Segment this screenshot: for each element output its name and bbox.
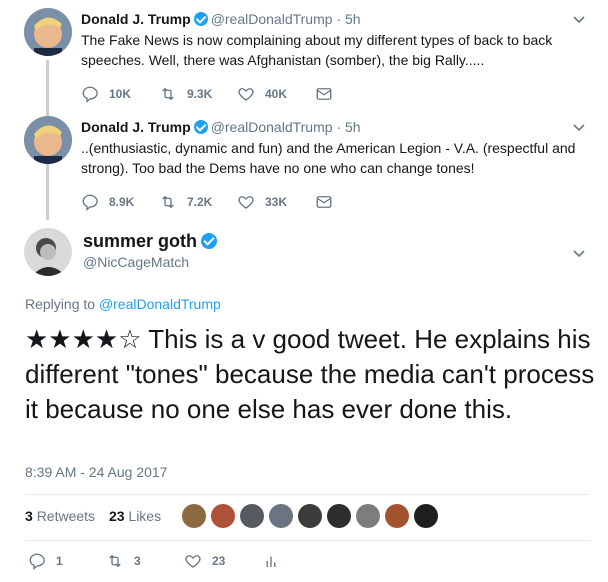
replying-to: Replying to @realDonaldTrump [25, 296, 221, 312]
tweet-timestamp[interactable]: 8:39 AM - 24 Aug 2017 [25, 464, 167, 480]
tweet-text: ..(enthusiastic, dynamic and fun) and th… [81, 140, 576, 176]
likes-stat[interactable]: 23 Likes [109, 508, 161, 524]
tweet-text: The Fake News is now complaining about m… [81, 32, 553, 68]
reply-button[interactable]: 1 [28, 552, 106, 570]
liker-avatar[interactable] [356, 504, 380, 528]
retweet-icon [162, 195, 174, 209]
liker-avatar[interactable] [385, 504, 409, 528]
liker-avatar[interactable] [269, 504, 293, 528]
like-count: 33K [265, 195, 288, 209]
liker-avatar[interactable] [240, 504, 264, 528]
reply-count: 10K [109, 87, 132, 101]
like-button[interactable]: 33K [237, 193, 315, 211]
author-name[interactable]: Donald J. Trump [81, 11, 191, 27]
author-handle[interactable]: @realDonaldTrump [211, 119, 333, 135]
analytics-icon [266, 556, 276, 567]
liker-avatar[interactable] [182, 504, 206, 528]
reply-button[interactable]: 10K [81, 85, 159, 103]
retweet-count: 3 [134, 554, 141, 568]
retweet-button[interactable]: 3 [106, 552, 184, 570]
divider [25, 494, 590, 495]
like-button[interactable]: 40K [237, 85, 315, 103]
like-icon [238, 88, 254, 101]
retweet-icon [162, 87, 174, 101]
like-icon [185, 555, 201, 568]
replying-to-link[interactable]: @realDonaldTrump [99, 296, 221, 312]
author-handle[interactable]: @NicCageMatch [83, 254, 189, 270]
verified-badge-icon [193, 12, 208, 26]
author-handle[interactable]: @realDonaldTrump [211, 11, 333, 27]
retweets-stat[interactable]: 3 Retweets [25, 508, 95, 524]
verified-badge-icon [201, 233, 218, 249]
tweet-text: ★★★★☆ This is a v good tweet. He explain… [25, 324, 595, 424]
chevron-down-icon[interactable] [572, 120, 586, 134]
author-name[interactable]: summer goth [83, 231, 197, 251]
chevron-down-icon[interactable] [572, 12, 586, 26]
thread-tweet-1[interactable]: Donald J. Trump @realDonaldTrump · 5h The… [0, 4, 608, 104]
message-button[interactable] [315, 193, 393, 211]
divider [25, 540, 590, 541]
like-count: 40K [265, 87, 288, 101]
avatar[interactable] [24, 228, 72, 276]
like-icon [238, 196, 254, 209]
thread-tweet-2[interactable]: Donald J. Trump @realDonaldTrump · 5h ..(… [0, 112, 608, 212]
avatar[interactable] [24, 8, 72, 56]
liker-avatar[interactable] [211, 504, 235, 528]
reply-icon [82, 194, 98, 211]
replying-prefix: Replying to [25, 296, 99, 312]
reply-icon [82, 86, 98, 103]
reply-count: 8.9K [109, 195, 135, 209]
like-count: 23 [212, 554, 226, 568]
message-icon [316, 88, 332, 100]
like-button[interactable]: 23 [184, 552, 262, 570]
retweets-count: 3 [25, 508, 33, 524]
retweet-button[interactable]: 9.3K [159, 85, 237, 103]
reply-icon [29, 553, 45, 570]
verified-badge-icon [193, 120, 208, 134]
retweet-icon [109, 554, 121, 568]
liker-avatars [182, 504, 443, 528]
reply-button[interactable]: 8.9K [81, 193, 159, 211]
engagement-stats: 3 Retweets 23 Likes [25, 508, 171, 524]
liker-avatar[interactable] [298, 504, 322, 528]
liker-avatar[interactable] [414, 504, 438, 528]
retweet-button[interactable]: 7.2K [159, 193, 237, 211]
likes-label: Likes [128, 508, 162, 524]
retweet-count: 7.2K [187, 195, 213, 209]
avatar[interactable] [24, 116, 72, 164]
chevron-down-icon[interactable] [572, 246, 586, 260]
retweets-label: Retweets [36, 508, 96, 524]
message-icon [316, 196, 332, 208]
author-name[interactable]: Donald J. Trump [81, 119, 191, 135]
analytics-button[interactable] [262, 552, 340, 570]
retweet-count: 9.3K [187, 87, 213, 101]
tweet-time[interactable]: · 5h [336, 119, 360, 135]
likes-count: 23 [108, 508, 125, 524]
reply-count: 1 [56, 554, 63, 568]
message-button[interactable] [315, 85, 393, 103]
tweet-time[interactable]: · 5h [336, 11, 360, 27]
liker-avatar[interactable] [327, 504, 351, 528]
